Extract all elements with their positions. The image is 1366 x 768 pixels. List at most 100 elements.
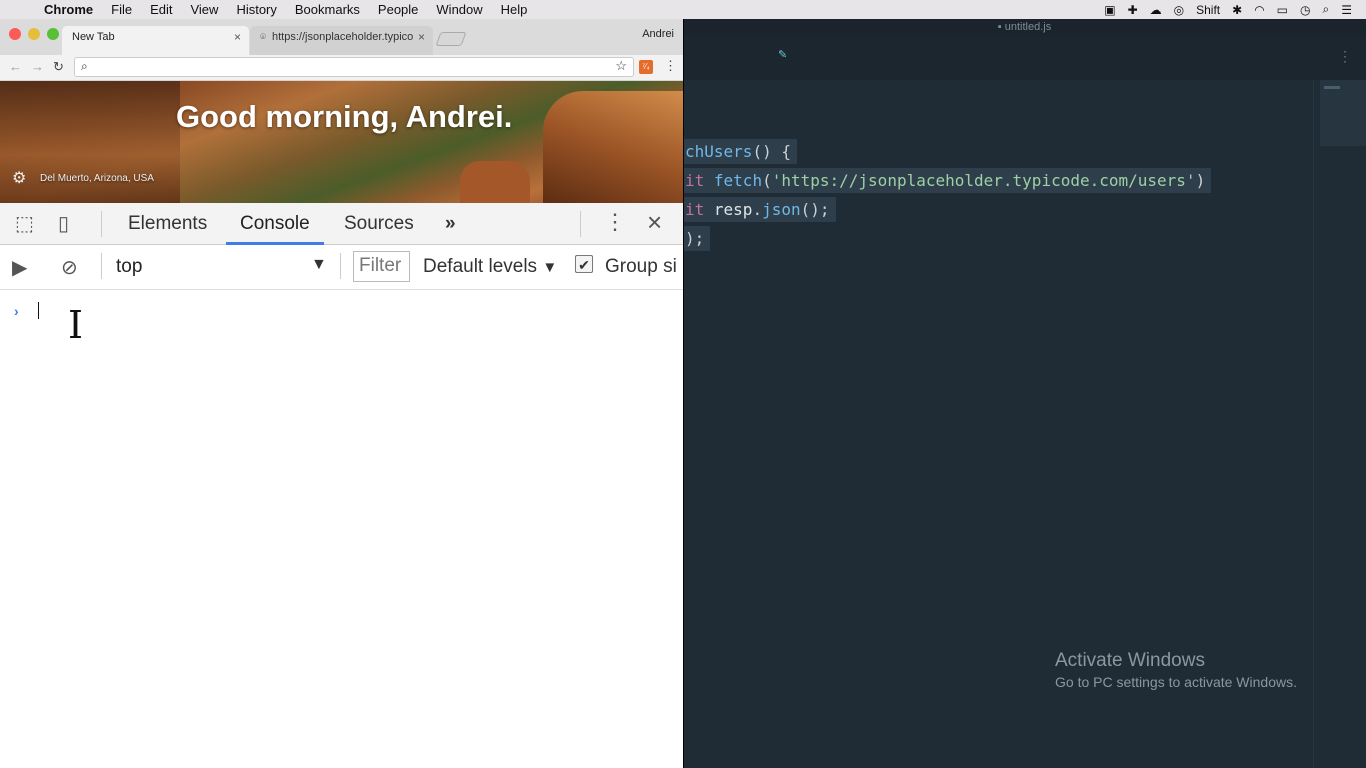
chrome-window: New Tab × ⌾ https://jsonplaceholder.typic… xyxy=(0,19,683,768)
divider xyxy=(101,211,102,237)
activate-title: Activate Windows xyxy=(1055,650,1205,671)
more-tabs-icon[interactable]: » xyxy=(445,203,456,245)
menu-people[interactable]: People xyxy=(369,0,427,19)
chrome-menu-icon[interactable]: ⋮ xyxy=(664,58,677,74)
menu-bookmarks[interactable]: Bookmarks xyxy=(286,0,369,19)
code-editor: ▪ untitled.js ✎ ⋮ chUsers() { it fetch('… xyxy=(683,19,1366,768)
close-window-button[interactable] xyxy=(9,28,21,40)
console-toolbar: ▶ ⊘ top ▼ Filter Default levels ▼ ✔ Grou… xyxy=(0,245,683,290)
activate-windows-watermark: Activate Windows Go to PC settings to ac… xyxy=(1055,650,1297,690)
battery-icon[interactable]: ▭ xyxy=(1277,3,1288,17)
menu-bar: Chrome File Edit View History Bookmarks … xyxy=(0,0,1366,19)
menu-app-name[interactable]: Chrome xyxy=(44,0,102,19)
tab-new-tab[interactable]: New Tab × xyxy=(62,26,249,55)
new-tab-page: Good morning, Andrei. ⚙ Del Muerto, Ariz… xyxy=(0,81,683,204)
group-similar-label: Group si xyxy=(605,256,677,277)
tab-elements[interactable]: Elements xyxy=(128,203,207,245)
search-icon[interactable]: ⌕ xyxy=(1323,2,1330,17)
screen-record-icon[interactable]: ▣ xyxy=(1104,3,1115,17)
file-icon: ▪ xyxy=(997,21,1005,33)
circle-icon[interactable]: ◎ xyxy=(1174,3,1184,17)
close-icon[interactable]: × xyxy=(647,207,662,238)
pencil-icon: ✎ xyxy=(778,49,788,61)
code-line: ); xyxy=(683,224,1211,253)
tab-jsonplaceholder[interactable]: ⌾ https://jsonplaceholder.typico × xyxy=(250,26,433,55)
devtools-panel: ⬚ ▯ Elements Console Sources » ⋮ × ▶ ⊘ t… xyxy=(0,203,683,768)
devtools-tabbar: ⬚ ▯ Elements Console Sources » ⋮ × xyxy=(0,203,683,245)
window-divider xyxy=(683,19,684,768)
menu-edit[interactable]: Edit xyxy=(141,0,181,19)
sidebar-toggle-icon[interactable]: ▶ xyxy=(12,255,27,280)
close-tab-icon[interactable]: × xyxy=(234,26,241,49)
device-toolbar-icon[interactable]: ▯ xyxy=(58,211,69,236)
code-line: it resp.json(); xyxy=(683,195,1211,224)
log-levels-dropdown[interactable]: Default levels ▼ xyxy=(423,256,557,278)
chevron-down-icon: ▼ xyxy=(542,259,558,276)
browser-toolbar: ← → ↻ ⌕ ☆ ⁷⁄₄ ⋮ xyxy=(0,55,683,81)
menu-help[interactable]: Help xyxy=(492,0,537,19)
code-area[interactable]: chUsers() { it fetch('https://jsonplaceh… xyxy=(683,137,1212,253)
code-line: chUsers() { xyxy=(683,137,1211,166)
address-input[interactable] xyxy=(99,60,599,74)
background-rock xyxy=(0,81,180,204)
console-prompt-icon: › xyxy=(14,303,19,319)
devtools-menu-icon[interactable]: ⋮ xyxy=(604,209,626,235)
status-area: ▣ ✚ ☁ ◎ Shift ✱ ◠ ▭ ◷ ⌕ ☰ xyxy=(1104,2,1366,17)
forward-icon[interactable]: → xyxy=(31,59,44,74)
divider xyxy=(580,211,581,237)
more-icon[interactable]: ⋮ xyxy=(1338,48,1352,65)
tab-strip: New Tab × ⌾ https://jsonplaceholder.typic… xyxy=(0,19,683,55)
extension-icon[interactable]: ⁷⁄₄ xyxy=(639,60,653,74)
editor-filename: untitled.js xyxy=(1004,21,1052,33)
tab-label: New Tab xyxy=(72,31,115,43)
new-tab-button[interactable] xyxy=(435,32,467,46)
levels-label: Default levels xyxy=(423,256,538,277)
menu-view[interactable]: View xyxy=(181,0,227,19)
profile-name[interactable]: Andrei xyxy=(642,28,674,40)
tab-label: https://jsonplaceholder.typico xyxy=(272,31,414,43)
menu-history[interactable]: History xyxy=(227,0,285,19)
mouse-cursor-ibeam: I xyxy=(68,303,84,347)
activate-subtitle: Go to PC settings to activate Windows. xyxy=(1055,674,1297,690)
clear-console-icon[interactable]: ⊘ xyxy=(61,255,78,280)
list-icon[interactable]: ☰ xyxy=(1341,3,1352,17)
minimap[interactable] xyxy=(1320,80,1366,146)
chevron-down-icon[interactable]: ▼ xyxy=(311,256,327,274)
window-controls xyxy=(9,28,59,40)
text-caret xyxy=(38,302,39,319)
photo-location[interactable]: Del Muerto, Arizona, USA xyxy=(40,173,154,184)
tab-console[interactable]: Console xyxy=(226,203,324,245)
menu-window[interactable]: Window xyxy=(427,0,491,19)
tab-sources[interactable]: Sources xyxy=(344,203,414,245)
wifi-icon[interactable]: ◠ xyxy=(1254,3,1264,17)
bookmark-star-icon[interactable]: ☆ xyxy=(615,58,627,74)
omnibox[interactable]: ⌕ ☆ xyxy=(74,57,634,77)
gear-icon[interactable]: ⚙ xyxy=(12,168,26,188)
clock-icon[interactable]: ◷ xyxy=(1300,3,1310,17)
group-similar-checkbox[interactable]: ✔ xyxy=(575,255,593,273)
keyboard-shift-indicator[interactable]: Shift xyxy=(1196,3,1220,17)
code-line: it fetch('https://jsonplaceholder.typico… xyxy=(683,166,1212,195)
background-rock xyxy=(543,91,683,204)
back-icon[interactable]: ← xyxy=(9,59,22,74)
inspect-element-icon[interactable]: ⬚ xyxy=(15,211,34,236)
background-rock xyxy=(460,161,530,204)
editor-tabbar: ✎ ⋮ xyxy=(683,36,1366,80)
reload-icon[interactable]: ↻ xyxy=(53,59,64,75)
plus-icon[interactable]: ✚ xyxy=(1128,3,1138,17)
close-tab-icon[interactable]: × xyxy=(418,26,425,49)
search-icon: ⌕ xyxy=(81,59,88,73)
scrollbar-track[interactable] xyxy=(1313,80,1314,768)
context-selector[interactable]: top xyxy=(116,256,142,278)
maximize-window-button[interactable] xyxy=(47,28,59,40)
menu-file[interactable]: File xyxy=(102,0,141,19)
filter-input[interactable]: Filter xyxy=(353,251,410,282)
minimize-window-button[interactable] xyxy=(28,28,40,40)
cloud-icon[interactable]: ☁ xyxy=(1150,3,1162,17)
globe-icon: ⌾ xyxy=(260,32,266,43)
bluetooth-icon[interactable]: ✱ xyxy=(1232,3,1242,17)
divider xyxy=(340,253,341,279)
console-input-area[interactable]: › I xyxy=(0,290,683,767)
greeting: Good morning, Andrei. xyxy=(176,99,513,134)
editor-title: ▪ untitled.js xyxy=(683,19,1366,36)
